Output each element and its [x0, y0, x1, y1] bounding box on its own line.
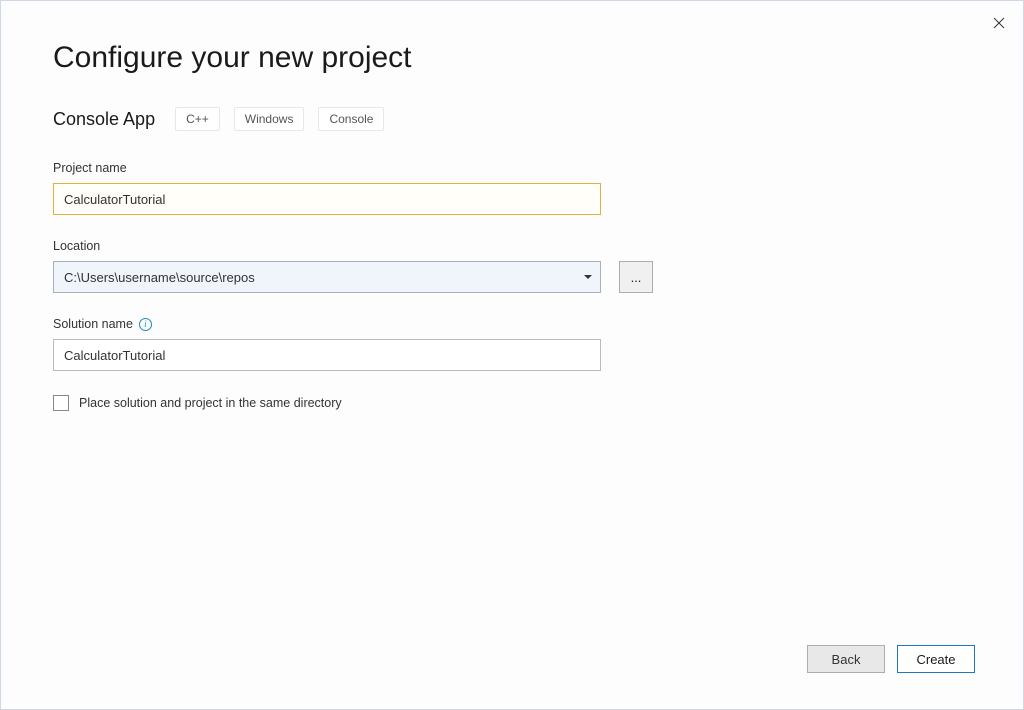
same-directory-checkbox[interactable] [53, 395, 69, 411]
project-name-label: Project name [53, 161, 971, 175]
location-label: Location [53, 239, 971, 253]
tag-cpp: C++ [175, 107, 220, 131]
chevron-down-icon [584, 275, 592, 279]
template-name: Console App [53, 109, 155, 130]
tag-windows: Windows [234, 107, 305, 131]
location-dropdown[interactable]: C:\Users\username\source\repos [53, 261, 601, 293]
location-value: C:\Users\username\source\repos [64, 270, 255, 285]
solution-name-label: Solution name [53, 317, 133, 331]
tag-console: Console [318, 107, 384, 131]
template-header: Console App C++ Windows Console [53, 107, 971, 131]
page-title: Configure your new project [53, 41, 971, 75]
solution-name-input[interactable] [53, 339, 601, 371]
back-button[interactable]: Back [807, 645, 885, 673]
same-directory-label: Place solution and project in the same d… [79, 396, 342, 410]
create-button[interactable]: Create [897, 645, 975, 673]
browse-button[interactable]: ... [619, 261, 653, 293]
close-icon[interactable] [987, 11, 1011, 35]
project-name-input[interactable] [53, 183, 601, 215]
info-icon[interactable]: i [139, 318, 152, 331]
